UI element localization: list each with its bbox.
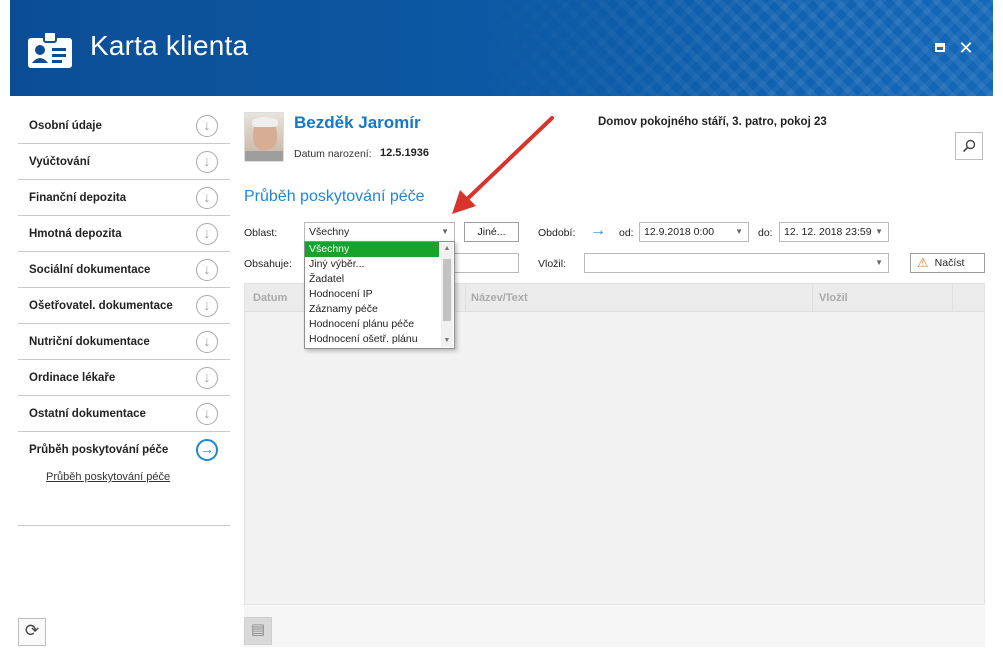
vlozil-select[interactable]: ▼: [584, 253, 889, 273]
id-card-icon: [28, 31, 72, 68]
client-name: Bezděk Jaromír: [294, 113, 421, 132]
arrow-down-circle-icon[interactable]: ↓: [196, 295, 218, 317]
od-datetime-select[interactable]: 12.9.2018 0:00 ▼: [639, 222, 749, 242]
sidebar-item-label: Finanční depozita: [29, 192, 127, 204]
sidebar-sub-link-prubeh-pece[interactable]: Průběh poskytování péče: [46, 471, 170, 483]
dropdown-option[interactable]: Hodnocení plánu péče: [305, 317, 439, 332]
printer-icon: ▤: [250, 621, 266, 638]
maximize-icon: [935, 43, 945, 52]
column-header-vlozil[interactable]: Vložil: [819, 292, 848, 304]
do-datetime-value: 12. 12. 2018 23:59: [784, 226, 872, 238]
sidebar-item-label: Průběh poskytování péče: [29, 444, 169, 456]
jine-button[interactable]: Jiné...: [464, 222, 519, 242]
arrow-right-icon: →: [590, 222, 606, 239]
sidebar-item-hmotna-depozita[interactable]: Hmotná depozita ↓: [18, 216, 230, 252]
annotation-arrow-icon: [452, 116, 554, 214]
chevron-down-icon: ▼: [875, 258, 883, 267]
obdobi-label: Období:: [538, 227, 576, 239]
oblast-label: Oblast:: [244, 227, 278, 239]
sidebar-item-nutricni-dokumentace[interactable]: Nutriční dokumentace ↓: [18, 324, 230, 360]
scroll-up-icon[interactable]: ▲: [441, 243, 453, 255]
arrow-right-circle-icon[interactable]: →: [196, 439, 218, 461]
sidebar-item-label: Nutriční dokumentace: [29, 336, 150, 348]
vlozil-label: Vložil:: [538, 258, 567, 270]
sidebar-item-label: Ošetřovatel. dokumentace: [29, 300, 173, 312]
od-datetime-value: 12.9.2018 0:00: [644, 226, 715, 238]
client-photo: [244, 112, 284, 162]
sidebar-item-label: Sociální dokumentace: [29, 264, 151, 276]
arrow-down-circle-icon[interactable]: ↓: [196, 331, 218, 353]
column-header-datum[interactable]: Datum: [253, 292, 287, 304]
od-label: od:: [619, 227, 634, 239]
print-button[interactable]: ▤: [244, 617, 272, 645]
header-pattern: [473, 0, 993, 96]
sidebar-item-osobni-udaje[interactable]: Osobní údaje ↓: [18, 108, 230, 144]
scroll-down-icon[interactable]: ▼: [441, 335, 453, 347]
maximize-button[interactable]: [932, 40, 948, 56]
chevron-down-icon: ▼: [441, 227, 449, 236]
dropdown-option[interactable]: Hodnocení IP: [305, 287, 439, 302]
search-icon: [962, 139, 976, 153]
section-title: Průběh poskytování péče: [244, 188, 425, 205]
dob-label: Datum narození:: [294, 148, 372, 160]
do-datetime-select[interactable]: 12. 12. 2018 23:59 ▼: [779, 222, 889, 242]
client-address: Domov pokojného stáří, 3. patro, pokoj 2…: [598, 116, 827, 128]
nacist-button[interactable]: ⚠ Načíst: [910, 253, 985, 273]
arrow-down-circle-icon[interactable]: ↓: [196, 115, 218, 137]
search-button[interactable]: [955, 132, 983, 160]
arrow-down-circle-icon[interactable]: ↓: [196, 187, 218, 209]
scrollbar-thumb[interactable]: [443, 259, 451, 321]
dropdown-option[interactable]: Žadatel: [305, 272, 439, 287]
sidebar-item-label: Vyúčtování: [29, 156, 90, 168]
arrow-down-circle-icon[interactable]: ↓: [196, 223, 218, 245]
dropdown-option[interactable]: Jiný výběr...: [305, 257, 439, 272]
close-button[interactable]: ✕: [958, 39, 974, 57]
app-header: Karta klienta ✕: [10, 0, 993, 96]
oblast-select-value: Všechny: [309, 226, 350, 238]
sidebar-subitems: Průběh poskytování péče: [18, 468, 230, 526]
arrow-down-circle-icon[interactable]: ↓: [196, 367, 218, 389]
warning-icon: ⚠: [917, 255, 929, 270]
arrow-down-circle-icon[interactable]: ↓: [196, 403, 218, 425]
obsahuje-label: Obsahuje:: [244, 258, 292, 270]
sidebar-item-label: Ordinace lékaře: [29, 372, 116, 384]
refresh-button[interactable]: ⟳: [18, 618, 46, 646]
window-title: Karta klienta: [90, 30, 249, 61]
sidebar-item-label: Ostatní dokumentace: [29, 408, 146, 420]
dropdown-option[interactable]: Záznamy péče: [305, 302, 439, 317]
sidebar-item-financni-depozita[interactable]: Finanční depozita ↓: [18, 180, 230, 216]
refresh-icon: ⟳: [24, 621, 40, 640]
dropdown-option[interactable]: Všechny: [305, 242, 439, 257]
sidebar-item-label: Hmotná depozita: [29, 228, 122, 240]
sidebar-item-vyuctovani[interactable]: Vyúčtování ↓: [18, 144, 230, 180]
column-header-nazev-text[interactable]: Název/Text: [471, 292, 528, 304]
sidebar-item-ordinace-lekare[interactable]: Ordinace lékaře ↓: [18, 360, 230, 396]
table-footer: [244, 606, 985, 647]
dropdown-option[interactable]: Hodnocení ošetř. plánu: [305, 332, 439, 347]
sidebar-item-ostatni-dokumentace[interactable]: Ostatní dokumentace ↓: [18, 396, 230, 432]
do-label: do:: [758, 227, 773, 239]
chevron-down-icon: ▼: [875, 227, 883, 236]
arrow-down-circle-icon[interactable]: ↓: [196, 259, 218, 281]
sidebar-item-prubeh-pece[interactable]: Průběh poskytování péče →: [18, 432, 230, 468]
oblast-dropdown-list[interactable]: Všechny Jiný výběr... Žadatel Hodnocení …: [304, 241, 455, 349]
dropdown-scrollbar[interactable]: ▲ ▼: [441, 243, 453, 347]
nacist-button-label: Načíst: [934, 257, 965, 269]
sidebar: Osobní údaje ↓ Vyúčtování ↓ Finanční dep…: [18, 108, 230, 526]
dob-value: 12.5.1936: [380, 147, 429, 159]
chevron-down-icon: ▼: [735, 227, 743, 236]
sidebar-item-socialni-dokumentace[interactable]: Sociální dokumentace ↓: [18, 252, 230, 288]
oblast-select[interactable]: Všechny ▼: [304, 222, 455, 242]
sidebar-item-osetrovatel-dokumentace[interactable]: Ošetřovatel. dokumentace ↓: [18, 288, 230, 324]
arrow-down-circle-icon[interactable]: ↓: [196, 151, 218, 173]
sidebar-item-label: Osobní údaje: [29, 120, 102, 132]
